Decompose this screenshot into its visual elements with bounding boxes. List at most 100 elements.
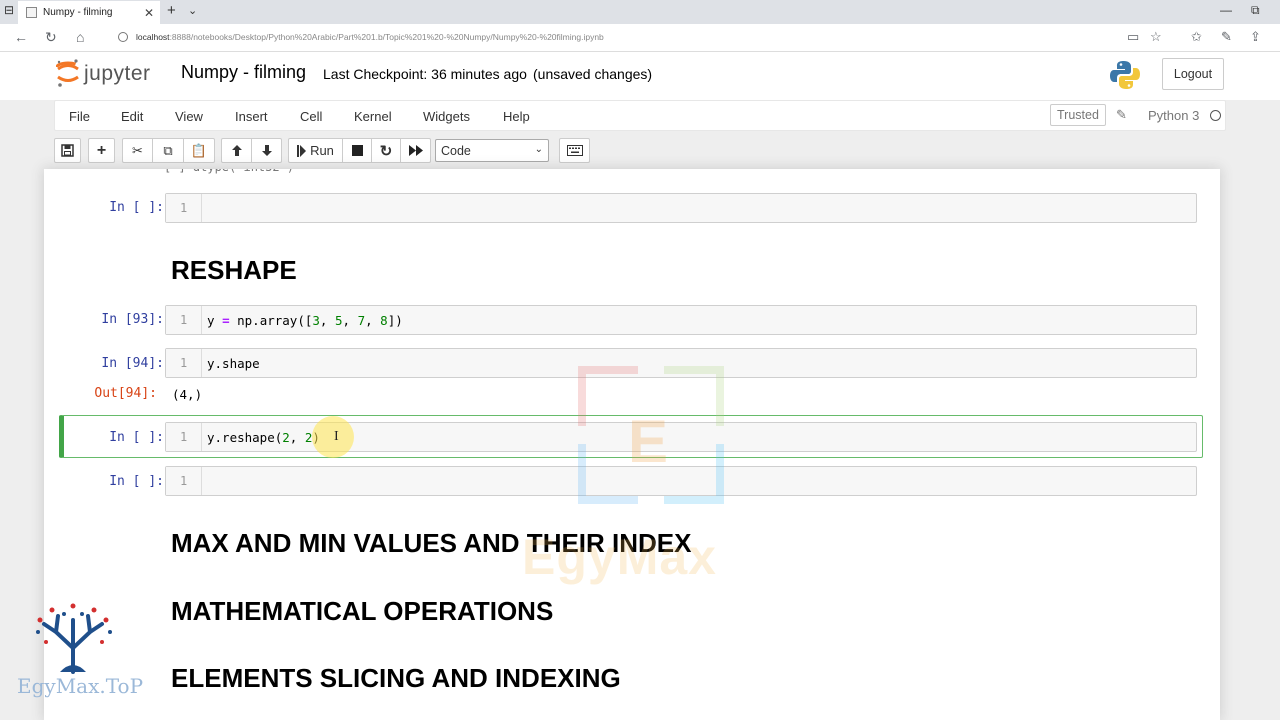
menu-kernel[interactable]: Kernel bbox=[354, 109, 392, 124]
kernel-name[interactable]: Python 3 bbox=[1148, 108, 1199, 123]
cell-output: (4,) bbox=[172, 387, 203, 402]
trusted-indicator[interactable]: Trusted bbox=[1050, 104, 1106, 126]
input-prompt: In [93]: bbox=[101, 312, 164, 327]
home-icon[interactable]: ⌂ bbox=[76, 29, 84, 45]
input-prompt: In [ ]: bbox=[109, 430, 164, 445]
python-logo-icon bbox=[1110, 61, 1140, 89]
new-tab-button[interactable]: + bbox=[167, 2, 176, 19]
edit-mode-pencil-icon: ✎ bbox=[1116, 107, 1127, 122]
line-number-gutter: 1 bbox=[166, 467, 202, 495]
jupyter-logo-text[interactable]: jupyter bbox=[84, 62, 151, 86]
arrow-down-icon bbox=[261, 145, 272, 156]
menu-edit[interactable]: Edit bbox=[121, 109, 143, 124]
interrupt-kernel-button[interactable] bbox=[342, 138, 372, 163]
code-cell-input[interactable]: 1 y = np.array([3, 5, 7, 8]) bbox=[165, 305, 1197, 335]
tab-title: Numpy - filming bbox=[43, 7, 113, 18]
fast-forward-icon bbox=[408, 145, 423, 156]
markdown-heading-math-ops[interactable]: MATHEMATICAL OPERATIONS bbox=[171, 596, 553, 627]
arrow-up-icon bbox=[231, 145, 242, 156]
watermark-brand: EgyMax bbox=[522, 529, 717, 585]
floppy-disk-icon bbox=[61, 144, 74, 157]
command-palette-button[interactable] bbox=[559, 138, 590, 163]
chevron-down-icon: ⌄ bbox=[534, 144, 543, 155]
scissors-icon: ✂ bbox=[132, 142, 143, 158]
line-number: 1 bbox=[180, 313, 188, 327]
tree-logo-icon bbox=[36, 603, 112, 674]
previous-cell-fragment: [ ] dtype('int32') bbox=[164, 169, 294, 174]
mouse-highlight bbox=[312, 416, 354, 458]
line-number-gutter: 1 bbox=[166, 194, 202, 222]
cut-cells-button[interactable]: ✂ bbox=[122, 138, 153, 163]
reading-view-icon[interactable]: ▭ bbox=[1127, 29, 1139, 45]
page-favicon-icon bbox=[26, 7, 37, 18]
line-number: 1 bbox=[180, 430, 188, 444]
run-button-label: Run bbox=[310, 143, 334, 158]
copy-icon: ⧉ bbox=[163, 142, 173, 158]
favorite-star-icon[interactable]: ☆ bbox=[1150, 29, 1162, 45]
info-icon[interactable] bbox=[118, 32, 128, 42]
code-cell-input[interactable]: 1 bbox=[165, 193, 1197, 223]
url-host: localhost bbox=[136, 32, 170, 42]
line-number-gutter: 1 bbox=[166, 349, 202, 377]
browser-tab[interactable]: Numpy - filming ✕ bbox=[18, 1, 160, 24]
cell-type-value: Code bbox=[441, 143, 471, 158]
url-path: :8888/notebooks/Desktop/Python%20Arabic/… bbox=[169, 32, 604, 42]
kernel-idle-indicator-icon bbox=[1210, 110, 1221, 121]
line-number: 1 bbox=[180, 201, 188, 215]
restart-kernel-button[interactable]: ↻ bbox=[371, 138, 401, 163]
minimize-icon[interactable]: — bbox=[1220, 3, 1232, 17]
maximize-icon[interactable]: ⧉ bbox=[1251, 3, 1260, 18]
cell-type-select[interactable]: Code ⌄ bbox=[435, 139, 549, 162]
paste-cells-button[interactable]: 📋 bbox=[183, 138, 215, 163]
step-forward-icon bbox=[297, 144, 307, 157]
watermark-letter: E bbox=[628, 408, 668, 475]
watermark-logo-icon: E bbox=[578, 366, 724, 504]
notebook-title[interactable]: Numpy - filming bbox=[181, 62, 306, 83]
last-checkpoint: Last Checkpoint: 36 minutes ago bbox=[323, 66, 527, 82]
menu-widgets[interactable]: Widgets bbox=[423, 109, 470, 124]
menu-help[interactable]: Help bbox=[503, 109, 530, 124]
reload-icon[interactable]: ↻ bbox=[45, 29, 57, 46]
restart-run-all-button[interactable] bbox=[400, 138, 431, 163]
code-line: y.reshape(2, 2) bbox=[207, 430, 320, 445]
run-button[interactable]: Run bbox=[288, 138, 343, 163]
menu-cell[interactable]: Cell bbox=[300, 109, 322, 124]
menu-view[interactable]: View bbox=[175, 109, 203, 124]
pen-notes-icon[interactable]: ✎ bbox=[1221, 29, 1232, 45]
window-menu-icon[interactable]: ⊟ bbox=[4, 3, 14, 17]
logout-button[interactable]: Logout bbox=[1162, 58, 1224, 90]
menu-insert[interactable]: Insert bbox=[235, 109, 268, 124]
markdown-heading-slicing[interactable]: ELEMENTS SLICING AND INDEXING bbox=[171, 663, 621, 694]
browser-address-bar: ← ↻ ⌂ localhost:8888/notebooks/Desktop/P… bbox=[0, 24, 1280, 52]
watermark-site-text: EgyMax.ToP bbox=[17, 674, 144, 698]
move-cell-up-button[interactable] bbox=[221, 138, 252, 163]
close-tab-icon[interactable]: ✕ bbox=[144, 6, 154, 20]
line-number: 1 bbox=[180, 356, 188, 370]
menu-file[interactable]: File bbox=[69, 109, 90, 124]
keyboard-icon bbox=[566, 145, 583, 156]
code-line: y.shape bbox=[207, 356, 260, 371]
save-button[interactable] bbox=[54, 138, 81, 163]
output-prompt: Out[94]: bbox=[94, 386, 157, 401]
copy-cells-button[interactable]: ⧉ bbox=[152, 138, 184, 163]
line-number-gutter: 1 bbox=[166, 306, 202, 334]
tab-list-chevron-icon[interactable]: ⌄ bbox=[188, 4, 197, 17]
paste-icon: 📋 bbox=[190, 142, 208, 158]
move-cell-down-button[interactable] bbox=[251, 138, 282, 163]
insert-cell-below-button[interactable]: + bbox=[88, 138, 115, 163]
text-cursor-icon: I bbox=[334, 429, 339, 444]
line-number-gutter: 1 bbox=[166, 423, 202, 451]
stop-icon bbox=[351, 145, 363, 156]
share-icon[interactable]: ⇪ bbox=[1250, 29, 1261, 45]
autosave-status: (unsaved changes) bbox=[533, 66, 653, 82]
input-prompt: In [ ]: bbox=[109, 474, 164, 489]
back-arrow-icon[interactable]: ← bbox=[14, 29, 28, 45]
line-number: 1 bbox=[180, 474, 188, 488]
plus-icon: + bbox=[96, 141, 107, 159]
favorites-bar-icon[interactable]: ✩ bbox=[1191, 29, 1202, 45]
url-field[interactable]: localhost:8888/notebooks/Desktop/Python%… bbox=[136, 32, 604, 42]
input-prompt: In [94]: bbox=[101, 356, 164, 371]
jupyter-logo-icon[interactable] bbox=[56, 58, 80, 88]
input-prompt: In [ ]: bbox=[109, 200, 164, 215]
markdown-heading-reshape[interactable]: RESHAPE bbox=[171, 255, 297, 286]
